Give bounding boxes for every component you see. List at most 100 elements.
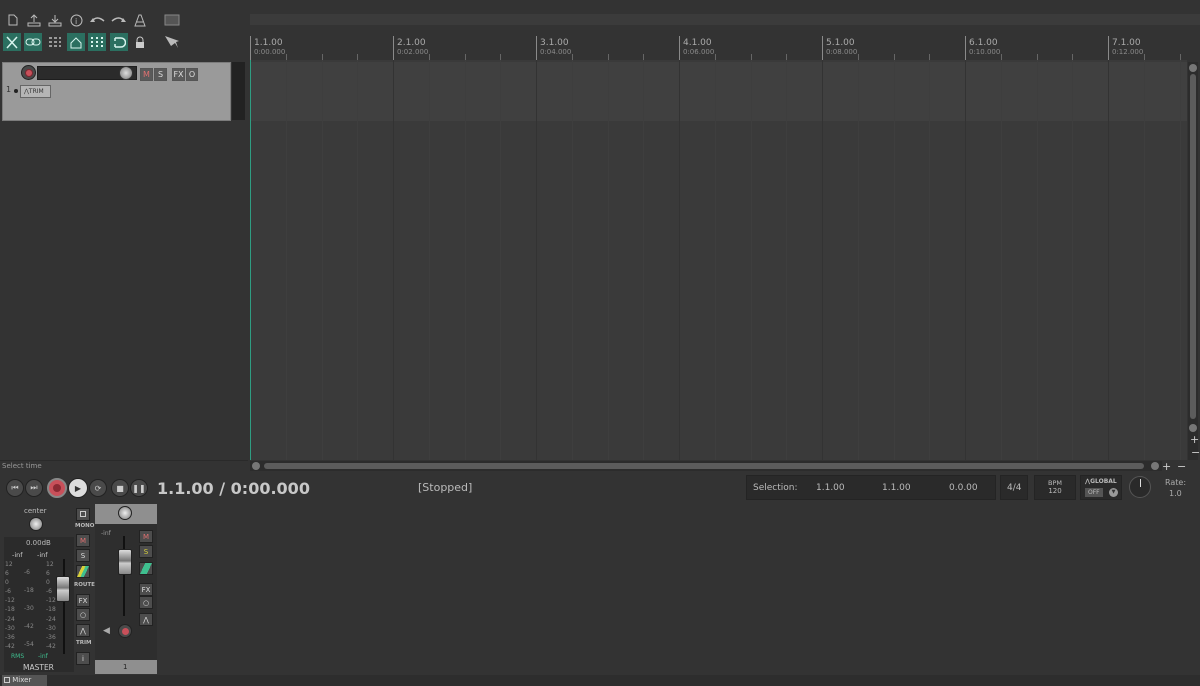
track-1-header[interactable]: M S FX O 1 ⋀TRIM	[2, 62, 231, 121]
channel-envelope-button[interactable]: ⋀	[139, 613, 153, 626]
channel-record-arm-button[interactable]	[118, 624, 132, 638]
global-automation-box[interactable]: ⋀GLOBAL OFF ▼	[1080, 475, 1122, 500]
stop-button[interactable]: ■	[111, 479, 129, 497]
scroll-up-icon[interactable]	[1189, 64, 1197, 72]
meter-scale-tick: -6	[5, 588, 11, 596]
master-fader-track[interactable]	[63, 559, 65, 654]
autocrossfade-icon[interactable]	[67, 33, 85, 51]
transport-position[interactable]: 1.1.00 / 0:00.000	[157, 479, 310, 498]
channel-fader-track[interactable]	[123, 536, 125, 616]
record-button[interactable]	[47, 478, 67, 498]
lock-icon[interactable]	[131, 33, 149, 51]
time-signature-box[interactable]: 4/4	[1000, 475, 1028, 500]
master-trim-button[interactable]: ⋀	[76, 624, 90, 637]
track-volume-knob[interactable]	[119, 66, 133, 80]
power-icon: ○	[79, 611, 87, 619]
selection-start[interactable]: 1.1.00	[816, 483, 845, 493]
project-info-icon[interactable]: i	[67, 11, 85, 29]
zoom-in-horizontal-icon[interactable]: +	[1162, 460, 1171, 473]
selection-box[interactable]: Selection: 1.1.00 1.1.00 0.0.00	[746, 475, 996, 500]
master-pan-knob[interactable]	[29, 517, 43, 531]
horizontal-scroll-thumb[interactable]	[264, 463, 1144, 469]
new-project-icon[interactable]	[4, 11, 22, 29]
undo-icon[interactable]	[88, 11, 106, 29]
track-1-lane[interactable]	[250, 62, 1187, 121]
grid-icon[interactable]	[88, 33, 106, 51]
track-fx-button[interactable]: FX	[172, 68, 185, 81]
selection-end[interactable]: 1.1.00	[882, 483, 911, 493]
repeat-button[interactable]: ⟳	[89, 479, 107, 497]
ruler-marker[interactable]: 6.1.00 0:10.000	[965, 36, 1045, 60]
snap-icon[interactable]	[110, 33, 128, 51]
track-mute-button[interactable]: M	[140, 68, 153, 81]
channel-solo-button[interactable]: S	[139, 545, 153, 558]
zoom-out-vertical-icon[interactable]: −	[1191, 446, 1200, 459]
master-mute-button[interactable]: M	[76, 534, 90, 547]
item-grouping-icon[interactable]	[24, 33, 42, 51]
arrange-view[interactable]	[250, 60, 1187, 460]
master-mono-toggle[interactable]	[76, 508, 90, 521]
channel-fader-handle[interactable]	[118, 549, 132, 575]
beat-line	[893, 60, 895, 460]
metronome-icon[interactable]	[131, 11, 149, 29]
selection-length[interactable]: 0.0.00	[949, 483, 978, 493]
channel-1-strip[interactable]: -inf M S FX ○ ⋀ ◀ 1	[95, 504, 157, 674]
ruler-marker[interactable]: 4.1.00 0:06.000	[679, 36, 759, 60]
ripple-edit-icon[interactable]	[3, 33, 21, 51]
record-arm-button[interactable]	[21, 65, 36, 80]
scroll-down-icon[interactable]	[1189, 424, 1197, 432]
master-fx-button[interactable]: FX	[76, 594, 90, 607]
channel-fx-bypass-button[interactable]: ○	[139, 596, 153, 609]
redo-icon[interactable]	[110, 11, 128, 29]
channel-fx-button[interactable]: FX	[139, 583, 153, 596]
master-fx-bypass-button[interactable]: ○	[76, 608, 90, 621]
go-to-end-button[interactable]: ⏭	[25, 479, 43, 497]
pause-button[interactable]: ❚❚	[130, 479, 148, 497]
track-io-button[interactable]: O	[186, 68, 198, 81]
channel-mute-button[interactable]: M	[139, 530, 153, 543]
master-volume-readout[interactable]: 0.00dB	[26, 539, 51, 547]
zoom-in-vertical-icon[interactable]: +	[1190, 433, 1199, 446]
scroll-right-icon[interactable]	[1151, 462, 1159, 470]
master-solo-button[interactable]: S	[76, 549, 90, 562]
channel-route-button[interactable]	[139, 562, 153, 575]
ruler-marker[interactable]: 7.1.00 0:12.000	[1108, 36, 1188, 60]
go-to-start-button[interactable]: ⏮	[6, 479, 24, 497]
ruler-marker[interactable]: 3.1.00 0:04.000	[536, 36, 616, 60]
track-trim-button[interactable]: ⋀TRIM	[20, 85, 51, 98]
master-info-button[interactable]: i	[76, 652, 90, 665]
vertical-scrollbar[interactable]	[1188, 62, 1198, 460]
play-button[interactable]: ▶	[68, 478, 88, 498]
horizontal-scrollbar[interactable]	[250, 461, 1162, 471]
ruler-tick	[500, 54, 502, 60]
vertical-scroll-thumb[interactable]	[1190, 74, 1196, 419]
ruler-marker[interactable]: 1.1.00 0:00.000	[250, 36, 330, 60]
playrate-knob[interactable]	[1129, 476, 1151, 498]
beat-line	[321, 60, 323, 460]
ruler-marker[interactable]: 2.1.00 0:02.000	[393, 36, 473, 60]
ruler-marker[interactable]: 5.1.00 0:08.000	[822, 36, 902, 60]
channel-pan-knob[interactable]	[118, 506, 132, 520]
beat-line	[643, 60, 645, 460]
global-automation-state[interactable]: OFF	[1085, 488, 1103, 497]
track-scroll-area[interactable]	[232, 62, 245, 120]
media-explorer-icon[interactable]	[163, 33, 181, 51]
tempo-box[interactable]: BPM 120	[1034, 475, 1076, 500]
open-project-icon[interactable]	[25, 11, 43, 29]
ruler-tick	[714, 54, 716, 60]
save-project-icon[interactable]	[46, 11, 64, 29]
scroll-left-icon[interactable]	[252, 462, 260, 470]
master-fader-handle[interactable]	[56, 576, 70, 602]
ruler-bar-label: 2.1.00	[397, 38, 426, 48]
master-route-button[interactable]	[76, 565, 90, 578]
zoom-out-horizontal-icon[interactable]: −	[1177, 460, 1186, 473]
bar-line	[393, 60, 394, 460]
grid-settings-icon[interactable]	[163, 11, 181, 29]
edit-cursor	[250, 60, 251, 460]
dropdown-arrow-icon[interactable]: ▼	[1109, 488, 1118, 497]
mixer-tab[interactable]: Mixer	[2, 675, 47, 686]
ruler-time-label: 0:06.000	[683, 48, 715, 56]
envelope-icon[interactable]	[46, 33, 64, 51]
track-solo-button[interactable]: S	[154, 68, 167, 81]
speaker-icon[interactable]: ◀	[103, 626, 110, 636]
